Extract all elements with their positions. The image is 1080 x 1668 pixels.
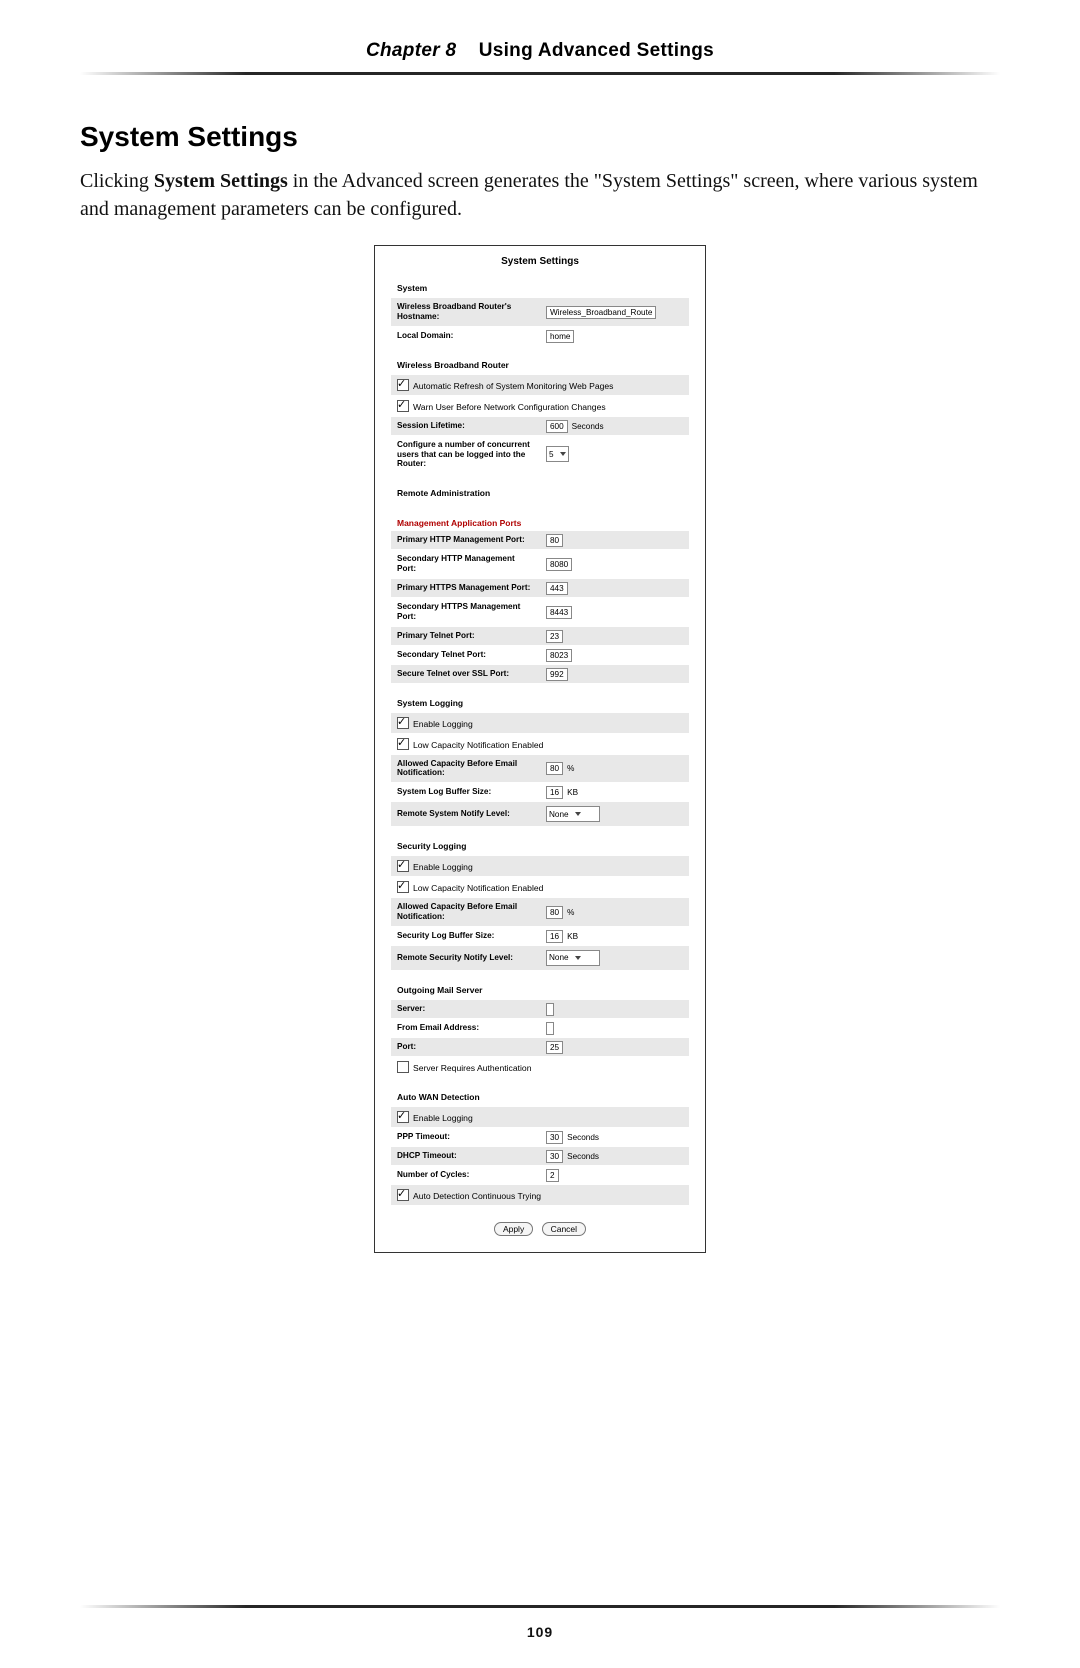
seclog-buf-label: Security Log Buffer Size: — [391, 926, 540, 945]
mail-port-input[interactable]: 25 — [546, 1041, 563, 1054]
settings-screenshot: System Settings System Wireless Broadban… — [374, 245, 706, 1253]
warn-user-checkbox[interactable] — [397, 400, 409, 412]
group-wbr: Wireless Broadband Router — [391, 354, 689, 375]
mail-from-input[interactable] — [546, 1022, 554, 1035]
auto-refresh-checkbox[interactable] — [397, 379, 409, 391]
cancel-button[interactable]: Cancel — [542, 1222, 586, 1236]
primary-https-label: Primary HTTPS Management Port: — [391, 578, 540, 597]
primary-https-input[interactable]: 443 — [546, 582, 568, 595]
secondary-http-label: Secondary HTTP Management Port: — [391, 550, 540, 579]
seclog-buf-input[interactable]: 16 — [546, 930, 563, 943]
syslog-allowed-input[interactable]: 80 — [546, 762, 563, 775]
apply-button[interactable]: Apply — [494, 1222, 533, 1236]
mail-auth-checkbox[interactable] — [397, 1061, 409, 1073]
concurrent-label: Configure a number of concurrent users t… — [391, 435, 540, 474]
chapter-title: Using Advanced Settings — [479, 40, 714, 61]
primary-http-label: Primary HTTP Management Port: — [391, 531, 540, 550]
syslog-buf-label: System Log Buffer Size: — [391, 783, 540, 802]
ppp-timeout-input[interactable]: 30 — [546, 1131, 563, 1144]
secondary-telnet-label: Secondary Telnet Port: — [391, 645, 540, 664]
intro-paragraph: Clicking System Settings in the Advanced… — [80, 167, 1000, 223]
secondary-https-input[interactable]: 8443 — [546, 606, 572, 619]
group-auto-wan: Auto WAN Detection — [391, 1086, 689, 1107]
mail-port-label: Port: — [391, 1037, 540, 1056]
mail-server-label: Server: — [391, 999, 540, 1018]
seclog-allowed-input[interactable]: 80 — [546, 906, 563, 919]
session-label: Session Lifetime: — [391, 416, 540, 435]
session-input[interactable]: 600 — [546, 420, 568, 433]
footer-rule — [80, 1605, 1000, 1608]
hostname-input[interactable]: Wireless_Broadband_Route — [546, 306, 656, 319]
header-rule — [80, 72, 1000, 75]
syslog-notify-label: Remote System Notify Level: — [391, 802, 540, 827]
ssl-telnet-label: Secure Telnet over SSL Port: — [391, 664, 540, 683]
seclog-lowcap-checkbox[interactable] — [397, 881, 409, 893]
syslog-allowed-label: Allowed Capacity Before Email Notificati… — [391, 754, 540, 783]
seclog-enable-checkbox[interactable] — [397, 860, 409, 872]
dhcp-timeout-label: DHCP Timeout: — [391, 1146, 540, 1165]
section-title: System Settings — [80, 121, 1000, 153]
syslog-lowcap-checkbox[interactable] — [397, 738, 409, 750]
ppp-timeout-label: PPP Timeout: — [391, 1127, 540, 1146]
page-number: 109 — [80, 1624, 1000, 1640]
syslog-enable-checkbox[interactable] — [397, 717, 409, 729]
chapter-header: Chapter 8 Using Advanced Settings — [80, 40, 1000, 62]
wan-enable-checkbox[interactable] — [397, 1111, 409, 1123]
cycles-input[interactable]: 2 — [546, 1169, 559, 1182]
primary-telnet-input[interactable]: 23 — [546, 630, 563, 643]
group-mail-server: Outgoing Mail Server — [391, 979, 689, 1000]
secondary-http-input[interactable]: 8080 — [546, 558, 572, 571]
cycles-label: Number of Cycles: — [391, 1165, 540, 1184]
group-security-logging: Security Logging — [391, 835, 689, 856]
mail-from-label: From Email Address: — [391, 1018, 540, 1037]
panel-title: System Settings — [375, 256, 705, 267]
primary-http-input[interactable]: 80 — [546, 534, 563, 547]
hostname-label: Wireless Broadband Router's Hostname: — [391, 298, 540, 327]
seclog-allowed-label: Allowed Capacity Before Email Notificati… — [391, 898, 540, 927]
secondary-telnet-input[interactable]: 8023 — [546, 649, 572, 662]
chapter-prefix: Chapter 8 — [366, 40, 456, 61]
seclog-notify-label: Remote Security Notify Level: — [391, 945, 540, 970]
secondary-https-label: Secondary HTTPS Management Port: — [391, 597, 540, 626]
group-system-logging: System Logging — [391, 692, 689, 713]
syslog-buf-input[interactable]: 16 — [546, 786, 563, 799]
mail-server-input[interactable] — [546, 1003, 554, 1016]
localdomain-input[interactable]: home — [546, 330, 574, 343]
wan-cont-checkbox[interactable] — [397, 1189, 409, 1201]
localdomain-label: Local Domain: — [391, 326, 540, 345]
syslog-notify-select[interactable]: None — [546, 806, 600, 822]
primary-telnet-label: Primary Telnet Port: — [391, 626, 540, 645]
ssl-telnet-input[interactable]: 992 — [546, 668, 568, 681]
seclog-notify-select[interactable]: None — [546, 950, 600, 966]
dhcp-timeout-input[interactable]: 30 — [546, 1150, 563, 1163]
group-remote-admin: Remote Administration — [391, 482, 689, 502]
group-mgmt-ports: Management Application Ports — [391, 510, 689, 531]
concurrent-select[interactable]: 5 — [546, 446, 569, 462]
group-system: System — [391, 277, 689, 298]
